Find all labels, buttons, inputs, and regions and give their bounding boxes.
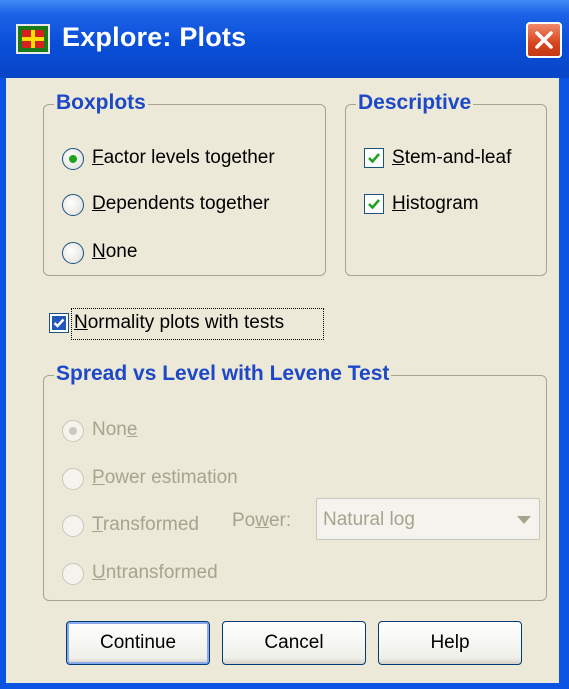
transformed-label[interactable]: Transformed xyxy=(92,514,199,536)
transformed-radio[interactable] xyxy=(62,515,84,537)
boxplots-none-label[interactable]: None xyxy=(92,241,137,263)
power-select[interactable]: Natural log xyxy=(316,498,540,540)
stem-and-leaf-label[interactable]: Stem-and-leaf xyxy=(392,147,511,169)
close-button[interactable] xyxy=(526,22,562,58)
dependents-together-label[interactable]: Dependents together xyxy=(92,193,269,215)
stem-and-leaf-checkbox[interactable] xyxy=(364,148,384,168)
help-button[interactable]: Help xyxy=(378,621,522,665)
cancel-button[interactable]: Cancel xyxy=(222,621,366,665)
checkmark-icon xyxy=(368,199,380,210)
dependents-together-radio[interactable] xyxy=(62,194,84,216)
normality-plots-checkbox[interactable] xyxy=(49,313,69,333)
power-select-value: Natural log xyxy=(323,509,415,530)
checkmark-icon xyxy=(368,153,380,164)
radio-selected-dot xyxy=(69,155,77,163)
dialog-client-area: Boxplots Factor levels together Dependen… xyxy=(6,78,559,683)
close-icon xyxy=(535,31,553,49)
radio-selected-dot xyxy=(69,427,77,435)
power-label: Power: xyxy=(232,510,292,531)
checkmark-icon xyxy=(52,316,66,330)
descriptive-legend: Descriptive xyxy=(356,91,474,115)
dialog-window: Explore: Plots Boxplots Factor levels to… xyxy=(0,0,569,689)
factor-levels-together-radio[interactable] xyxy=(62,148,84,170)
normality-plots-label[interactable]: Normality plots with tests xyxy=(74,312,284,334)
histogram-checkbox[interactable] xyxy=(364,194,384,214)
power-estimation-radio[interactable] xyxy=(62,468,84,490)
spread-vs-level-legend: Spread vs Level with Levene Test xyxy=(54,362,392,386)
window-title: Explore: Plots xyxy=(62,22,247,52)
spss-app-icon xyxy=(16,24,50,54)
untransformed-radio[interactable] xyxy=(62,563,84,585)
boxplots-legend: Boxplots xyxy=(54,91,148,115)
factor-levels-together-label[interactable]: Factor levels together xyxy=(92,147,275,169)
title-bar[interactable]: Explore: Plots xyxy=(0,0,569,78)
spread-none-radio[interactable] xyxy=(62,420,84,442)
boxplots-none-radio[interactable] xyxy=(62,242,84,264)
boxplots-group: Boxplots xyxy=(43,91,326,276)
power-estimation-label[interactable]: Power estimation xyxy=(92,467,238,489)
histogram-label[interactable]: Histogram xyxy=(392,193,479,215)
descriptive-group: Descriptive xyxy=(345,91,547,276)
chevron-down-icon xyxy=(517,516,531,524)
spread-none-label[interactable]: None xyxy=(92,419,137,441)
untransformed-label[interactable]: Untransformed xyxy=(92,562,218,584)
continue-button[interactable]: Continue xyxy=(66,621,210,665)
